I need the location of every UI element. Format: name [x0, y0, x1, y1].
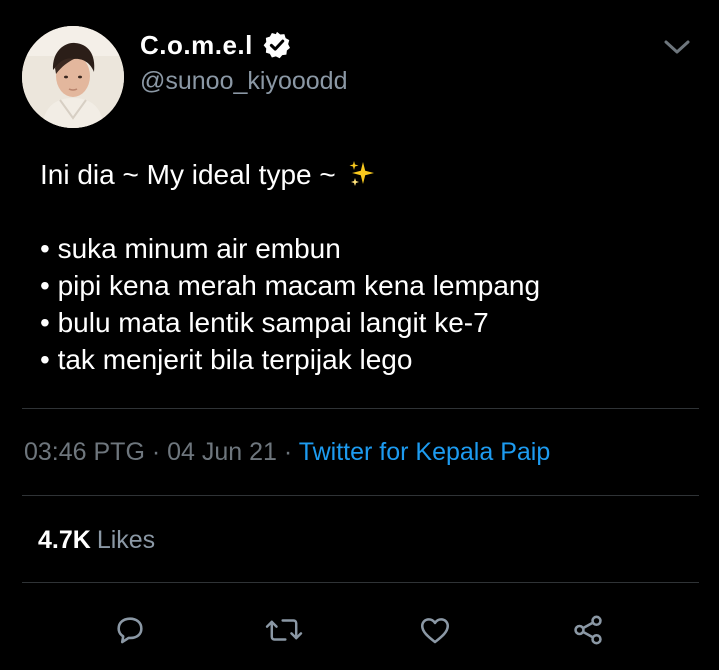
profile-photo-icon	[22, 26, 124, 128]
meta-separator: ·	[144, 438, 168, 466]
chevron-down-icon[interactable]	[660, 34, 694, 60]
reply-button[interactable]	[108, 608, 152, 652]
tweet-line: • pipi kena merah macam kena lempang	[40, 270, 541, 301]
author-name-row[interactable]: C.o.m.e.l	[140, 27, 292, 63]
avatar[interactable]	[22, 26, 124, 128]
retweet-icon	[265, 619, 303, 641]
tweet-line: • bulu mata lentik sampai langit ke-7	[40, 307, 489, 338]
like-button[interactable]	[413, 608, 457, 652]
tweet-line: • suka minum air embun	[40, 233, 341, 264]
tweet-date[interactable]: 04 Jun 21	[167, 438, 277, 466]
handle[interactable]: @sunoo_kiyooodd	[140, 67, 347, 96]
tweet-meta: 03:46 PTG · 04 Jun 21 · Twitter for Kepa…	[24, 438, 550, 467]
display-name[interactable]: C.o.m.e.l	[140, 30, 253, 61]
tweet-line: Ini dia ~ My ideal type ~	[40, 156, 700, 193]
share-button[interactable]	[566, 608, 610, 652]
tweet-source-link[interactable]: Twitter for Kepala Paip	[299, 438, 551, 466]
divider	[22, 408, 699, 409]
tweet-time[interactable]: 03:46 PTG	[24, 438, 145, 466]
tweet-line	[40, 193, 700, 230]
comment-icon	[117, 617, 143, 644]
tweet-line: • tak menjerit bila terpijak lego	[40, 344, 413, 375]
likes-label: Likes	[96, 526, 156, 554]
share-icon	[574, 615, 602, 645]
heart-icon	[420, 618, 450, 644]
divider	[22, 582, 699, 583]
retweet-button[interactable]	[262, 608, 306, 652]
sparkles-icon	[349, 161, 374, 186]
likes-count: 4.7K	[38, 526, 91, 554]
likes-stat[interactable]: 4.7K Likes	[38, 526, 155, 555]
divider	[22, 495, 699, 496]
verified-badge-icon	[263, 31, 290, 59]
tweet-text: Ini dia ~ My ideal type ~ • suka minum a…	[40, 156, 700, 378]
meta-separator: ·	[276, 438, 299, 466]
